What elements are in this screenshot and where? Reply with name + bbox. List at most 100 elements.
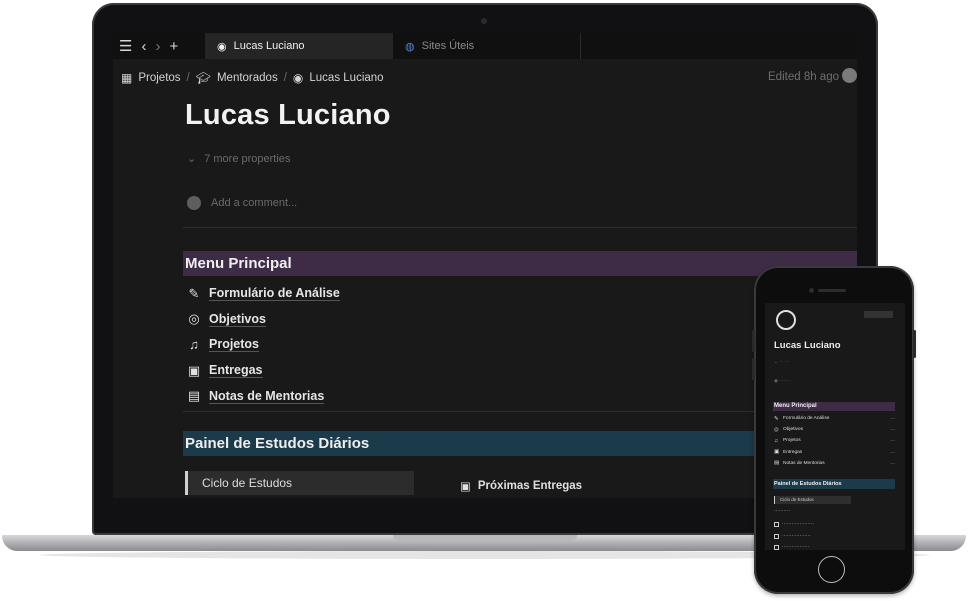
breadcrumb-lucas-luciano[interactable]: Lucas Luciano <box>309 72 383 84</box>
dash: — <box>890 427 896 433</box>
back-icon[interactable]: ‹ <box>141 38 146 55</box>
mobile-menu-heading: Menu Principal <box>773 402 895 411</box>
mobile-page-title[interactable]: Lucas Luciano <box>774 340 841 351</box>
avatar[interactable] <box>842 68 857 83</box>
mobile-task[interactable]: ················· <box>774 542 814 550</box>
menu-item-label: Entregas <box>209 363 263 379</box>
mobile-study-heading: Painel de Estudos Diários <box>773 479 895 489</box>
phone-camera <box>809 288 814 293</box>
mobile-menu-item-label: Formulário de Análise <box>783 416 830 422</box>
menu-item-projetos[interactable]: ♫ Projetos <box>187 332 340 358</box>
calendar-grid-icon: ▦ <box>121 71 133 85</box>
checkbox-icon[interactable] <box>774 522 779 528</box>
pencil-icon: ✎ <box>188 285 200 301</box>
edited-status[interactable]: Edited 8h ago <box>768 71 839 83</box>
menu-item-entregas[interactable]: ▣ Entregas <box>187 358 340 384</box>
mobile-subheading: ·········· <box>774 509 790 514</box>
menu-item-label: Formulário de Análise <box>209 286 340 302</box>
breadcrumb-separator: / <box>283 72 287 84</box>
music-note-icon: ♫ <box>774 437 779 444</box>
ciclo-de-estudos-callout[interactable]: Ciclo de Estudos <box>185 471 414 495</box>
forward-icon[interactable]: › <box>155 38 160 55</box>
menu-list: ✎ Formulário de Análise ◎ Objetivos ♫ Pr… <box>187 281 340 409</box>
task-placeholder: ················· <box>782 545 810 550</box>
mobile-menu-item-label: Projetos <box>783 438 801 444</box>
divider <box>183 227 857 228</box>
menu-icon[interactable]: ☰ <box>119 37 132 55</box>
document-icon: ▤ <box>187 388 201 404</box>
mobile-menu-item[interactable]: ▤ Notas de Mentorias — <box>774 458 895 469</box>
mobile-menu-item-label: Objetivos <box>783 427 803 433</box>
comment-box[interactable]: Add a comment... <box>187 196 297 210</box>
menu-item-objetivos[interactable]: ◎ Objetivos <box>187 307 340 333</box>
laptop-screen: ☰ ‹ › + ◉ Lucas Luciano ◍ Sites Úteis ▦ … <box>113 33 857 498</box>
comment-placeholder: Add a comment... <box>211 197 298 209</box>
checkbox-icon[interactable] <box>774 533 779 539</box>
document-icon: ▤ <box>774 460 780 467</box>
phone-power-button <box>913 330 916 358</box>
tab-bar: ☰ ‹ › + ◉ Lucas Luciano ◍ Sites Úteis <box>113 33 857 59</box>
task-placeholder: ·················· <box>782 533 811 539</box>
commenter-avatar <box>187 196 201 210</box>
more-properties-toggle[interactable]: ⌄ 7 more properties <box>187 152 291 166</box>
checkbox-icon[interactable] <box>774 545 779 550</box>
mobile-task-list: ···················· ·················· … <box>774 519 814 550</box>
mobile-task[interactable]: ···················· <box>774 519 814 531</box>
phone-volume-button <box>752 330 755 352</box>
target-icon: ◎ <box>774 426 779 433</box>
calendar-icon: ▣ <box>187 362 201 378</box>
chevron-down-icon: ⌄ <box>187 153 197 165</box>
tab-sites-uteis[interactable]: ◍ Sites Úteis <box>393 33 581 59</box>
dash: — <box>890 449 896 455</box>
mobile-menu-item[interactable]: ◎ Objetivos — <box>774 424 895 435</box>
mobile-menu-item-label: Notas de Mentorias <box>783 460 825 466</box>
tab-label: Sites Úteis <box>421 40 475 52</box>
menu-item-label: Projetos <box>209 337 260 353</box>
phone-speaker <box>818 289 846 292</box>
tab-label: Lucas Luciano <box>233 40 305 52</box>
graduation-cap-icon: 🎓︎ <box>195 71 211 85</box>
nav-controls: ☰ ‹ › + <box>113 37 205 56</box>
more-properties-label: 7 more properties <box>204 152 291 165</box>
phone-volume-button <box>752 358 755 380</box>
mobile-menu-item[interactable]: ♫ Projetos — <box>774 435 895 446</box>
target-icon: ◎ <box>188 311 200 327</box>
task-placeholder: ···················· <box>782 522 814 528</box>
laptop-camera <box>481 18 487 24</box>
page-title[interactable]: Lucas Luciano <box>185 99 391 132</box>
mobile-menu-item[interactable]: ✎ Formulário de Análise — <box>774 413 895 424</box>
calendar-icon: ▣ <box>460 481 471 493</box>
breadcrumb-separator: / <box>186 72 190 84</box>
menu-item-notas[interactable]: ▤ Notas de Mentorias <box>187 383 340 409</box>
menu-principal-heading: Menu Principal <box>183 251 857 276</box>
mobile-menu-item[interactable]: ▣ Entregas — <box>774 447 895 458</box>
mobile-menu-list: ✎ Formulário de Análise — ◎ Objetivos — ♫ Pro… <box>774 413 895 469</box>
user-circle-icon: ◉ <box>217 40 227 53</box>
globe-icon: ◍ <box>405 40 415 53</box>
mobile-comment-box[interactable]: ◉ ········ <box>774 378 791 384</box>
mobile-menu-item-label: Entregas <box>783 449 803 455</box>
pencil-icon: ✎ <box>774 415 779 422</box>
dash: — <box>890 460 896 466</box>
phone-screen: Lucas Luciano ⌄ ··· ··· ◉ ········ Menu … <box>765 303 905 550</box>
laptop-base-notch <box>393 535 577 541</box>
user-circle-icon <box>776 310 796 330</box>
breadcrumb-mentorados[interactable]: Mentorados <box>217 72 278 84</box>
phone-home-button[interactable] <box>818 556 845 583</box>
music-note-icon: ♫ <box>189 337 199 353</box>
proximas-entregas-link[interactable]: ▣ Próximas Entregas <box>460 479 582 493</box>
tab-lucas-luciano[interactable]: ◉ Lucas Luciano <box>205 33 393 59</box>
share-button[interactable] <box>864 311 893 318</box>
new-tab-icon[interactable]: + <box>169 38 178 55</box>
mobile-cycle-callout[interactable]: Ciclo de Estudos <box>774 496 851 504</box>
breadcrumb-projetos[interactable]: Projetos <box>138 72 180 84</box>
mobile-task[interactable]: ·················· <box>774 531 814 543</box>
calendar-icon: ▣ <box>774 449 780 456</box>
user-circle-icon: ◉ <box>292 71 304 85</box>
mobile-more-properties[interactable]: ⌄ ··· ··· <box>774 359 789 365</box>
breadcrumb: ▦ Projetos / 🎓︎ Mentorados / ◉ Lucas Luc… <box>121 71 384 85</box>
menu-item-label: Objetivos <box>209 311 266 327</box>
dash: — <box>890 416 896 422</box>
menu-item-formulario[interactable]: ✎ Formulário de Análise <box>187 281 340 307</box>
menu-item-label: Notas de Mentorias <box>209 388 325 404</box>
